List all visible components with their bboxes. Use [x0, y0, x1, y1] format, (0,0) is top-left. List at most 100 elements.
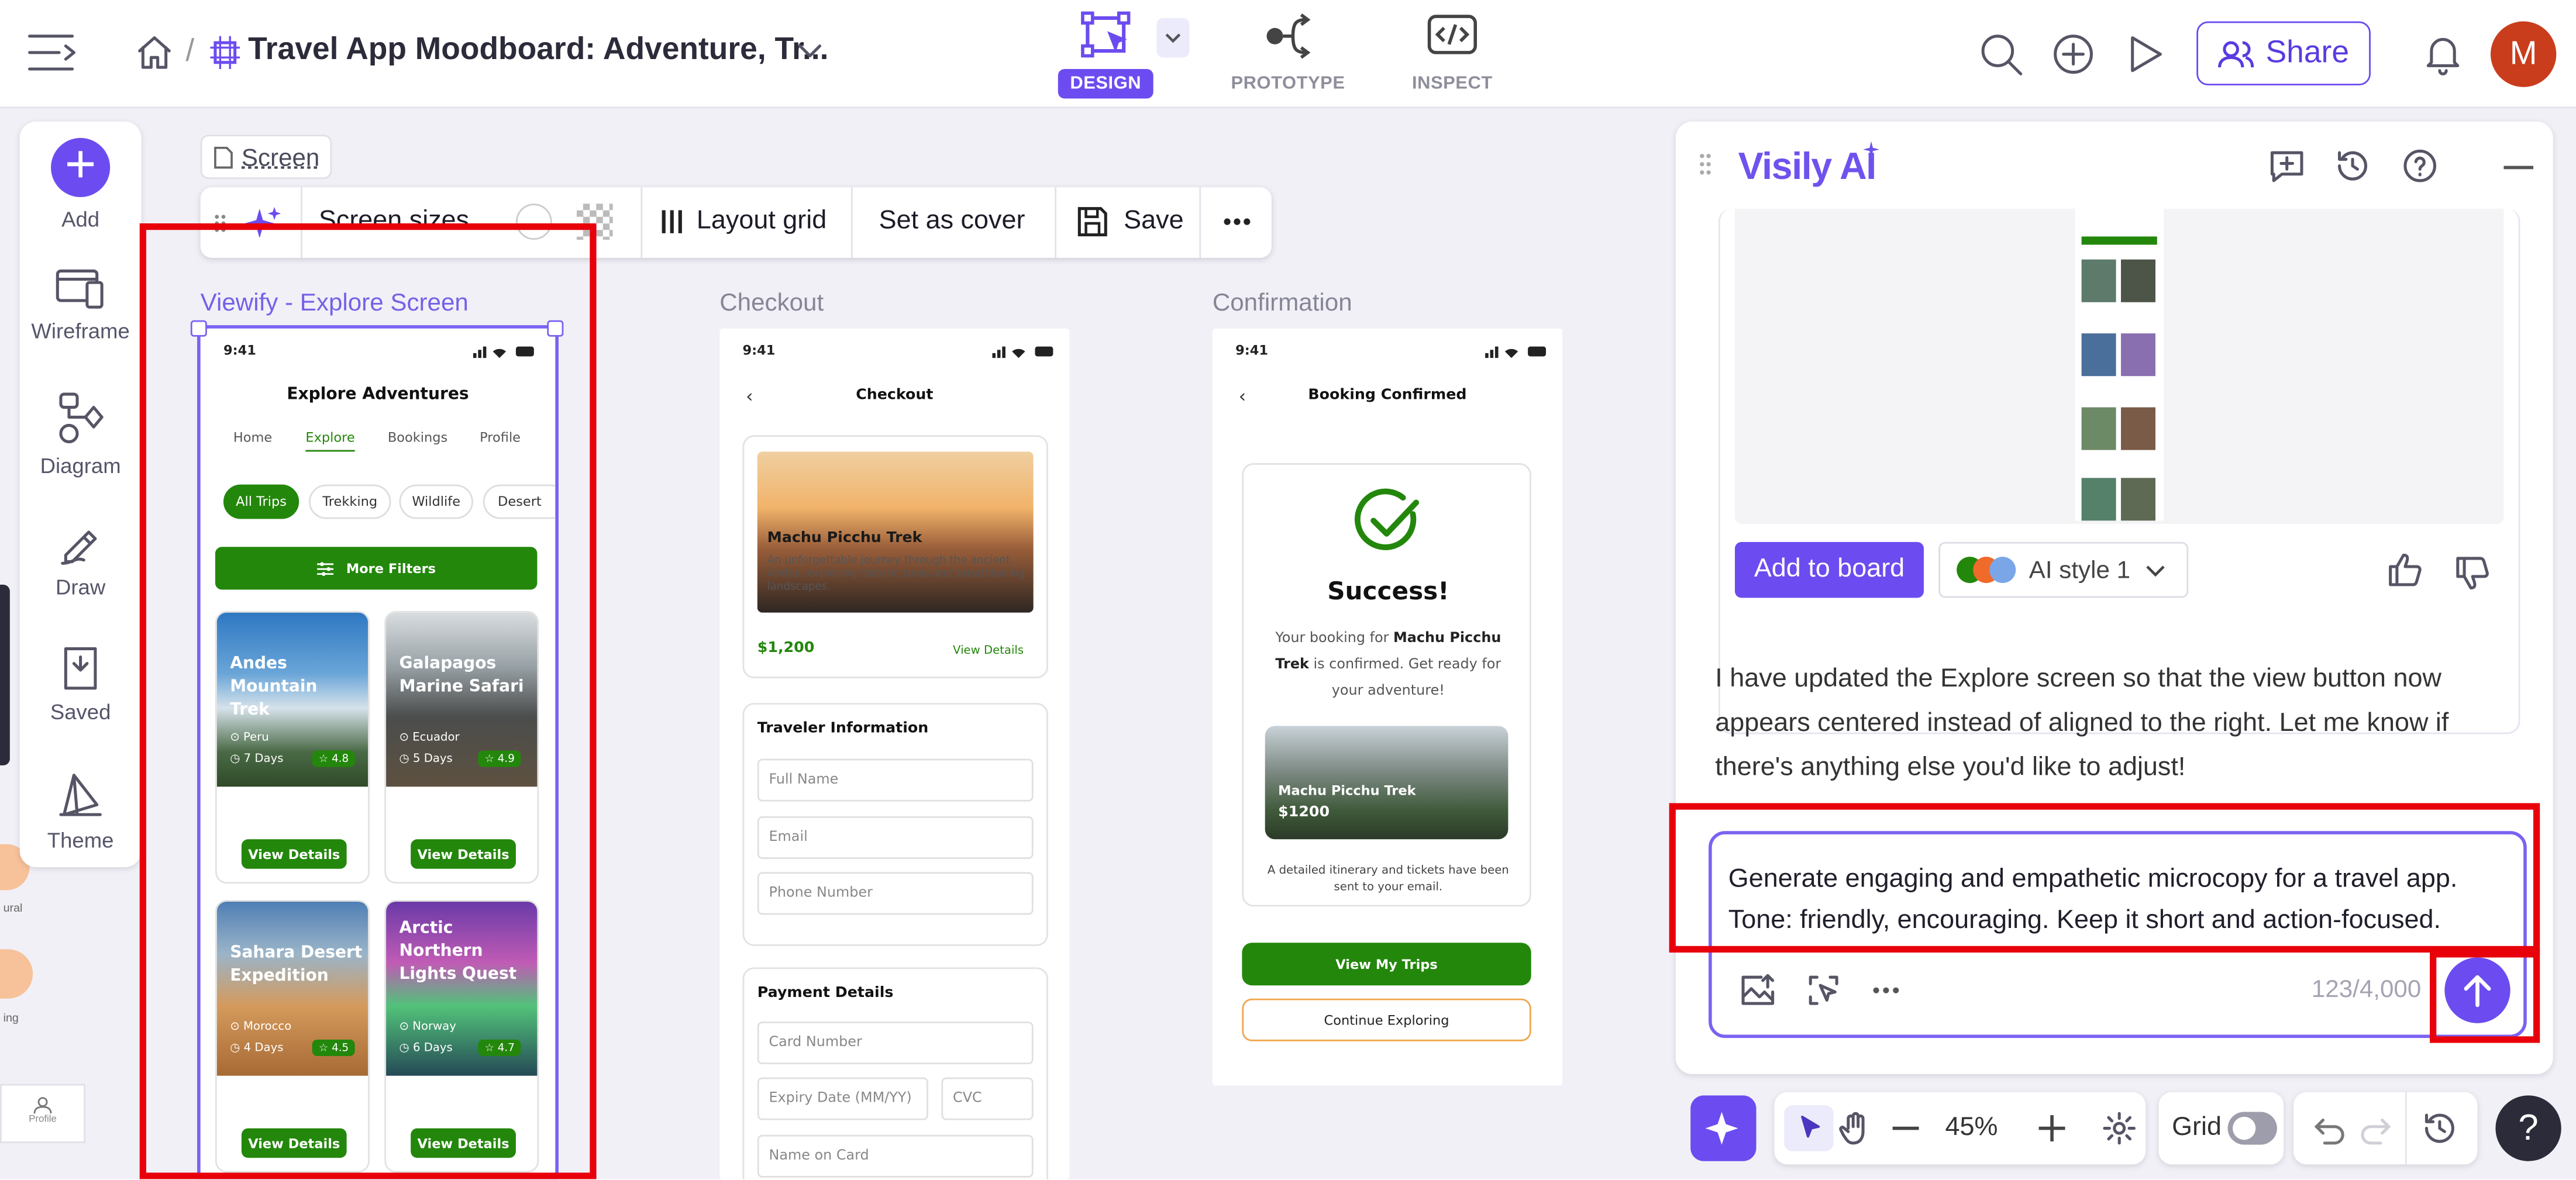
save-button[interactable]: Save: [1075, 203, 1184, 240]
document-title[interactable]: Travel App Moodboard: Adventure, Tr...: [248, 33, 828, 69]
side-edge-marker: [0, 584, 10, 765]
hand-icon[interactable]: [1837, 1110, 1873, 1147]
style-chevron-down-icon: [2144, 562, 2167, 578]
history-icon[interactable]: [2334, 148, 2371, 184]
confirmation-screen[interactable]: 9:41 ‹ Booking Confirmed Success! Your b…: [1212, 328, 1563, 1086]
side-item-label-2: ing: [3, 1013, 19, 1025]
checkout-frame-label[interactable]: Checkout: [719, 289, 824, 317]
share-button[interactable]: Share: [2196, 21, 2371, 86]
menu-icon[interactable]: [26, 30, 79, 76]
ai-style-dropdown[interactable]: AI style 1: [1938, 541, 2189, 598]
settings-gear-icon[interactable]: [2101, 1110, 2137, 1147]
profile-mini[interactable]: Profile: [0, 1084, 86, 1143]
preview-phone-thumbnail: [2075, 208, 2164, 521]
sparkle-icon: [1704, 1109, 1743, 1148]
status-icons: [1485, 345, 1548, 358]
minimize-icon[interactable]: [2503, 165, 2534, 170]
zoom-in-icon[interactable]: [2037, 1113, 2067, 1143]
status-time: 9:41: [1235, 343, 1269, 358]
toolbar-divider: [850, 187, 853, 258]
traveler-heading: Traveler Information: [757, 721, 929, 738]
help-icon[interactable]: [2402, 148, 2438, 184]
phone-field[interactable]: Phone Number: [757, 872, 1034, 915]
view-details-link[interactable]: View Details: [953, 644, 1024, 657]
add-tool[interactable]: Add: [20, 137, 142, 232]
theme-tool[interactable]: Theme: [20, 768, 142, 853]
tab-prototype[interactable]: PROTOTYPE: [1229, 10, 1347, 94]
preview-green-bar: [2081, 236, 2157, 245]
continue-exploring-button[interactable]: Continue Exploring: [1242, 998, 1531, 1041]
ai-assistant-button[interactable]: [1690, 1095, 1757, 1161]
undo-icon[interactable]: [2310, 1112, 2346, 1145]
add-tool-label: Add: [61, 206, 100, 232]
ai-brand: Visily AI: [1738, 144, 1877, 188]
grid-toggle[interactable]: [2227, 1112, 2277, 1145]
trip-price: $1,200: [757, 640, 815, 657]
zoom-toolbar: 45%: [1774, 1092, 2146, 1165]
avatar[interactable]: M: [2490, 21, 2557, 87]
users-icon: [2218, 39, 2254, 68]
new-chat-icon[interactable]: [2267, 148, 2306, 184]
confirmation-frame-label[interactable]: Confirmation: [1213, 289, 1352, 317]
home-icon[interactable]: [135, 33, 174, 72]
thumbs-up-icon[interactable]: [2385, 550, 2425, 589]
zoom-out-icon[interactable]: [1892, 1126, 1919, 1130]
pointer-tool[interactable]: [1784, 1105, 1834, 1151]
email-field[interactable]: Email: [757, 816, 1034, 859]
more-icon[interactable]: [1222, 217, 1252, 227]
character-count: 123/4,000: [2311, 975, 2422, 1004]
cvc-field[interactable]: CVC: [941, 1077, 1034, 1120]
toolbar-divider: [1055, 187, 1056, 258]
select-element-icon[interactable]: [1804, 972, 1843, 1009]
trip-summary-card: Machu Picchu Trek An unforgettable journ…: [742, 435, 1048, 678]
layout-grid-button[interactable]: Layout grid: [660, 207, 826, 237]
search-icon[interactable]: [1978, 31, 2024, 77]
expiry-field[interactable]: Expiry Date (MM/YY): [757, 1077, 928, 1120]
checkout-screen[interactable]: 9:41 ‹ Checkout Machu Picchu Trek An unf…: [719, 328, 1070, 1179]
bell-icon[interactable]: [2423, 31, 2463, 77]
help-button[interactable]: ?: [2495, 1095, 2561, 1161]
play-icon[interactable]: [2124, 31, 2167, 77]
trip-image-title: Machu Picchu Trek: [1278, 783, 1416, 799]
title-chevron-down-icon[interactable]: [795, 39, 825, 62]
draw-tool[interactable]: Draw: [20, 519, 142, 600]
result-preview[interactable]: [1734, 208, 2504, 524]
preview-tile: [2121, 478, 2156, 521]
draw-tool-label: Draw: [56, 575, 106, 600]
card-number-field[interactable]: Card Number: [757, 1022, 1034, 1065]
redo-icon[interactable]: [2359, 1112, 2395, 1145]
set-as-cover-button[interactable]: Set as cover: [879, 207, 1025, 237]
full-name-field[interactable]: Full Name: [757, 758, 1034, 802]
wireframe-tool[interactable]: Wireframe: [20, 266, 142, 343]
screen-tag-label: Screen: [241, 144, 320, 172]
highlight-send-button: [2430, 951, 2540, 1043]
tab-design[interactable]: DESIGN: [1058, 10, 1157, 99]
success-heading: Success!: [1327, 576, 1449, 606]
saved-tool[interactable]: Saved: [20, 644, 142, 724]
tab-inspect[interactable]: INSPECT: [1400, 10, 1505, 94]
design-icon: [1058, 10, 1157, 65]
tool-panel: Add Wireframe Diagram Draw Saved Theme: [19, 121, 142, 867]
ai-response-text: I have updated the Explore screen so tha…: [1715, 665, 2449, 782]
side-item-label-1: ural: [3, 903, 23, 915]
view-my-trips-button[interactable]: View My Trips: [1242, 943, 1531, 986]
screen-tag[interactable]: Screen: [200, 134, 332, 180]
image-upload-icon[interactable]: [1738, 972, 1778, 1009]
version-history-icon[interactable]: [2422, 1110, 2458, 1147]
panel-drag-handle-icon[interactable]: [1699, 153, 1711, 175]
add-circle-icon[interactable]: [2050, 31, 2096, 77]
wireframe-tool-label: Wireframe: [31, 318, 130, 344]
diagram-tool[interactable]: Diagram: [20, 391, 142, 478]
diagram-icon: [20, 391, 142, 446]
success-card: Success! Your booking for Machu Picchu T…: [1242, 463, 1531, 907]
name-on-card-field[interactable]: Name on Card: [757, 1134, 1034, 1178]
payment-heading: Payment Details: [757, 985, 894, 1002]
zoom-level[interactable]: 45%: [1945, 1113, 1998, 1143]
more-options-icon[interactable]: [1871, 985, 1901, 995]
design-dropdown-chevron-icon[interactable]: [1156, 18, 1190, 58]
thumbs-down-icon[interactable]: [2453, 554, 2492, 593]
add-to-board-button[interactable]: Add to board: [1734, 541, 1924, 598]
prototype-icon: [1229, 10, 1347, 65]
toolbar-divider: [640, 187, 643, 258]
toolbar-divider: [1199, 187, 1201, 258]
